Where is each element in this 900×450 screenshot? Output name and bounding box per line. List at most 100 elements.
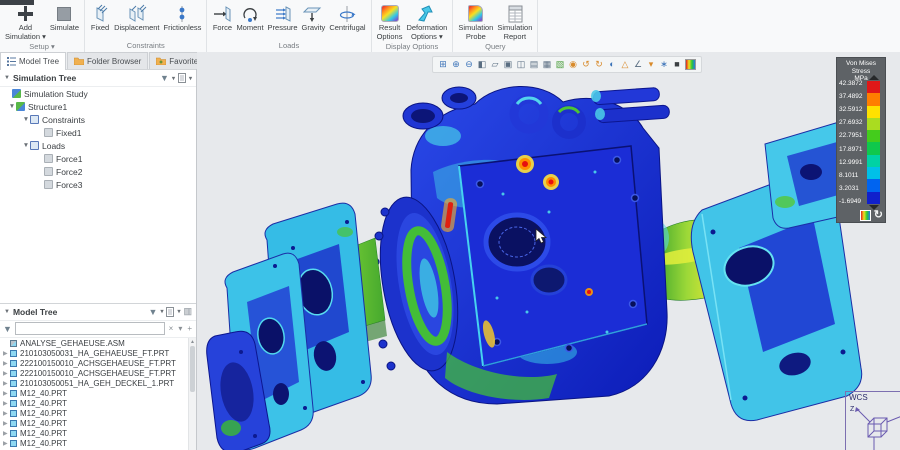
model-tree-header: ▼ Model Tree ▼▾ ▾ ▥ (0, 304, 196, 321)
structure-icon (16, 102, 25, 111)
result-options-button[interactable]: Result Options (375, 3, 405, 41)
centrifugal-load-icon (337, 3, 357, 24)
shading-icon[interactable]: ▣ (502, 58, 514, 71)
simulation-report-button[interactable]: Simulation Report (495, 3, 534, 41)
tree-settings-icon[interactable] (166, 307, 174, 317)
annotations-icon[interactable]: ◉ (567, 58, 579, 71)
part-icon (10, 370, 17, 377)
reorient-icon[interactable]: ↻ (593, 58, 605, 71)
ribbon-group-display-options: Result Options Deformation Options ▾ Dis… (372, 0, 454, 52)
display-style-icon[interactable]: ◐ (606, 58, 618, 71)
repaint-icon[interactable]: ▱ (489, 58, 501, 71)
navigator-panel: Model Tree Folder Browser Favorites ▼ Si… (0, 52, 197, 450)
refit-icon[interactable]: ◧ (476, 58, 488, 71)
pressure-button[interactable]: Pressure (266, 3, 300, 33)
filter-add-button[interactable]: + (186, 324, 193, 333)
saved-views-icon[interactable]: ◫ (515, 58, 527, 71)
tree-settings-icon[interactable] (178, 73, 186, 83)
graphics-viewport[interactable]: ⊞ ⊕ ⊖ ◧ ▱ ▣ ◫ ▤ ▦ ▧ ◉ ↺ ↻ ◐ △ ∠ ▾ ∗ ■ Vo… (197, 52, 900, 450)
tree-filter-icon[interactable]: ▼ (160, 73, 169, 83)
filter-dropdown-button[interactable]: ▾ (177, 324, 183, 333)
frictionless-button[interactable]: Frictionless (162, 3, 204, 33)
sim-tree-item-loads[interactable]: ▼Loads (0, 139, 196, 152)
fixed-button[interactable]: Fixed (88, 3, 112, 33)
model-tree-row[interactable]: ▶222100150010_ACHSGEHAEUSE_FT.PRT (0, 369, 196, 379)
view-manager-icon[interactable]: ▤ (528, 58, 540, 71)
legend-fringe-icon[interactable] (860, 210, 871, 221)
model-tree-row[interactable]: ▶M12_40.PRT (0, 399, 196, 409)
appearance-icon[interactable]: ▧ (554, 58, 566, 71)
datum-display-icon[interactable]: ∠ (632, 58, 644, 71)
simulation-probe-button[interactable]: Simulation Probe (456, 3, 495, 41)
group-label-constraints: Constraints (88, 40, 203, 52)
stop-icon[interactable]: ■ (671, 58, 683, 71)
moment-button[interactable]: Moment (234, 3, 265, 33)
simulate-icon (57, 7, 71, 21)
force-button[interactable]: Force (210, 3, 234, 33)
creo-simulate-window: { "ribbon": { "groups": [ {"label": "Set… (0, 0, 900, 450)
model-tree-row-asm[interactable]: ANALYSE_GEHAEUSE.ASM (0, 339, 196, 349)
model-tree-scrollbar[interactable]: ▲ (188, 338, 196, 450)
result-options-icon (381, 5, 399, 22)
tag-display-icon[interactable]: ▾ (645, 58, 657, 71)
tab-model-tree-label: Model Tree (19, 57, 59, 66)
measure-icon[interactable]: ∗ (658, 58, 670, 71)
navigator-tabbar: Model Tree Folder Browser Favorites (0, 52, 196, 70)
simulation-report-icon (505, 3, 525, 24)
sim-tree-item-structure1[interactable]: ▼Structure1 (0, 100, 196, 113)
window-chrome-fragment (0, 0, 34, 5)
model-tree-row[interactable]: ▶210103050031_HA_GEHAEUSE_FT.PRT (0, 349, 196, 359)
capture-icon[interactable]: ▦ (541, 58, 553, 71)
assembly-icon (10, 340, 17, 347)
model-tree-row[interactable]: ▶210103050051_HA_GEH_DECKEL_1.PRT (0, 379, 196, 389)
part-icon (10, 390, 17, 397)
zoom-out-icon[interactable]: ⊖ (463, 58, 475, 71)
sim-display-icon[interactable]: △ (619, 58, 631, 71)
simulate-button[interactable]: Simulate (48, 3, 81, 33)
model-tree-row[interactable]: ▶222100150010_ACHSGEHAEUSE_FT.PRT (0, 359, 196, 369)
collapse-caret-icon[interactable]: ▼ (4, 309, 10, 315)
part-icon (10, 420, 17, 427)
tree-filter-icon[interactable]: ▼ (149, 307, 158, 317)
model-tree-row[interactable]: ▶M12_40.PRT (0, 439, 196, 449)
centrifugal-button[interactable]: Centrifugal (327, 3, 367, 33)
folder-icon (74, 57, 84, 65)
sim-tree-item-simulation-study[interactable]: Simulation Study (0, 87, 196, 100)
tab-folder-browser[interactable]: Folder Browser (67, 52, 148, 69)
sim-tree-item-force2[interactable]: Force2 (0, 165, 196, 178)
von-mises-legend: Von Mises Stress MPa 42.3872 37.4892 32.… (836, 57, 886, 223)
add-simulation-button[interactable]: Add Simulation ▾ (3, 3, 48, 41)
sim-tree-item-force1[interactable]: Force1 (0, 152, 196, 165)
scroll-up-icon[interactable]: ▲ (189, 338, 196, 346)
fringe-display-icon[interactable] (685, 59, 696, 70)
sim-tree-item-constraints[interactable]: ▼Constraints (0, 113, 196, 126)
model-tree-row[interactable]: ▶M12_40.PRT (0, 429, 196, 439)
wcs-label: WCS (849, 393, 868, 402)
graphics-toolbar: ⊞ ⊕ ⊖ ◧ ▱ ▣ ◫ ▤ ▦ ▧ ◉ ↺ ↻ ◐ △ ∠ ▾ ∗ ■ (432, 56, 702, 73)
model-tree-row[interactable]: ▶M12_40.PRT (0, 389, 196, 399)
sim-tree-item-fixed1[interactable]: Fixed1 (0, 126, 196, 139)
zoom-region-icon[interactable]: ⊞ (437, 58, 449, 71)
spin-center-icon[interactable]: ↺ (580, 58, 592, 71)
fea-model-von-mises[interactable] (197, 52, 900, 450)
model-tree-row[interactable]: ▶M12_40.PRT (0, 419, 196, 429)
model-tree-list: ANALYSE_GEHAEUSE.ASM ▶210103050031_HA_GE… (0, 338, 196, 450)
force-node-icon (44, 154, 53, 163)
legend-values: 42.3872 37.4892 32.5912 27.6932 22.7951 … (839, 80, 865, 205)
gravity-button[interactable]: Gravity (300, 3, 328, 33)
model-tree-row[interactable]: ▶M12_40.PRT (0, 409, 196, 419)
legend-max-handle[interactable] (869, 75, 879, 80)
tab-model-tree[interactable]: Model Tree (0, 52, 66, 70)
zoom-in-icon[interactable]: ⊕ (450, 58, 462, 71)
scroll-thumb[interactable] (190, 346, 195, 392)
legend-reset-icon[interactable]: ↻ (874, 210, 883, 221)
deformation-options-button[interactable]: Deformation Options ▾ (404, 3, 449, 41)
filter-clear-button[interactable]: × (168, 324, 175, 333)
fixed-constraint-icon (90, 3, 110, 24)
simulation-tree-header: ▼ Simulation Tree ▼▾ ▾ (0, 70, 196, 87)
sim-tree-item-force3[interactable]: Force3 (0, 178, 196, 191)
displacement-button[interactable]: Displacement (112, 3, 161, 33)
tree-columns-icon[interactable]: ▥ (183, 306, 192, 317)
model-tree-filter-input[interactable] (15, 322, 165, 335)
collapse-caret-icon[interactable]: ▼ (4, 75, 10, 81)
